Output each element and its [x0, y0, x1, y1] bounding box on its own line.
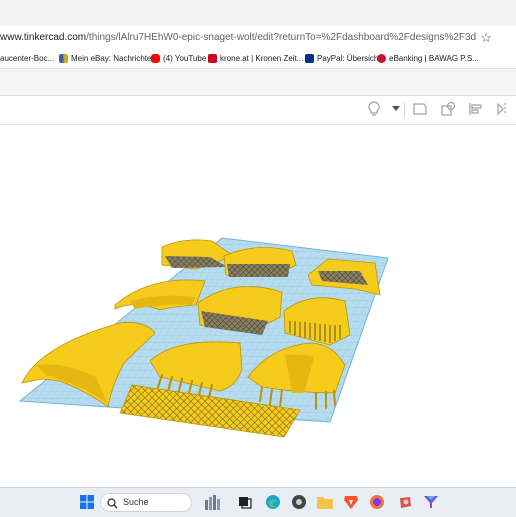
bookmark-item[interactable]: krone.at | Kronen Zeit...	[208, 54, 303, 63]
browser-tab-strip	[0, 0, 516, 26]
bookmark-item[interactable]: eBanking | BAWAG P.S...	[377, 54, 479, 63]
search-icon	[107, 496, 118, 514]
toolbar-divider	[404, 102, 405, 118]
part-open-scoop[interactable]	[114, 279, 206, 311]
windows-taskbar: Suche	[0, 487, 516, 517]
file-explorer-icon[interactable]	[316, 493, 334, 511]
bookmark-label: eBanking | BAWAG P.S...	[389, 54, 479, 63]
bookmark-item[interactable]: PayPal: Übersicht	[305, 54, 381, 63]
game-icon[interactable]	[396, 493, 414, 511]
widgets-icon[interactable]	[204, 493, 222, 511]
ebay-bag-icon	[59, 54, 68, 63]
star-icon[interactable]: ☆	[480, 30, 492, 46]
bookmark-label: PayPal: Übersicht	[317, 54, 381, 63]
taskbar-search[interactable]: Suche	[100, 493, 192, 512]
part-mesh-cap[interactable]	[223, 247, 297, 277]
bookmark-label: Mein eBay: Nachrichten	[71, 54, 156, 63]
bookmark-label: krone.at | Kronen Zeit...	[220, 54, 304, 63]
app-icon[interactable]	[290, 493, 308, 511]
dropdown-chevron-icon[interactable]	[387, 100, 405, 118]
tinkercad-header	[0, 69, 516, 96]
edge-icon[interactable]	[264, 493, 282, 511]
windows-start-icon[interactable]	[78, 493, 96, 511]
bawag-icon	[377, 54, 386, 63]
bookmark-item[interactable]: (4) YouTube	[151, 54, 206, 63]
url-host: www.tinkercad.com	[0, 32, 87, 43]
brave-icon[interactable]	[342, 493, 360, 511]
ruler-icon[interactable]	[439, 100, 457, 118]
lightbulb-icon[interactable]	[365, 100, 383, 118]
bookmark-label: (4) YouTube	[163, 54, 207, 63]
url-text[interactable]: www.tinkercad.com/things/lAlru7HEhW0-epi…	[0, 32, 476, 43]
3d-viewport[interactable]	[0, 125, 516, 487]
firefox-icon[interactable]	[368, 493, 386, 511]
search-label: Suche	[123, 497, 149, 507]
bookmark-label: aucenter-Boc...	[0, 54, 55, 63]
url-path: /things/lAlru7HEhW0-epic-snaget-wolt/edi…	[86, 32, 477, 43]
krone-icon	[208, 54, 217, 63]
youtube-icon	[151, 54, 160, 63]
address-bar[interactable]: www.tinkercad.com/things/lAlru7HEhW0-epi…	[0, 26, 516, 51]
mirror-icon[interactable]	[495, 100, 513, 118]
paypal-icon	[305, 54, 314, 63]
tinkercad-toolbar	[0, 96, 516, 125]
bookmark-item[interactable]: Mein eBay: Nachrichten	[59, 54, 156, 63]
filter-app-icon[interactable]	[422, 493, 440, 511]
taskview-icon[interactable]	[236, 493, 254, 511]
note-icon[interactable]	[411, 100, 429, 118]
bookmark-item[interactable]: aucenter-Boc...	[0, 54, 54, 63]
align-icon[interactable]	[467, 100, 485, 118]
bookmarks-bar: aucenter-Boc... Mein eBay: Nachrichten (…	[0, 50, 516, 69]
